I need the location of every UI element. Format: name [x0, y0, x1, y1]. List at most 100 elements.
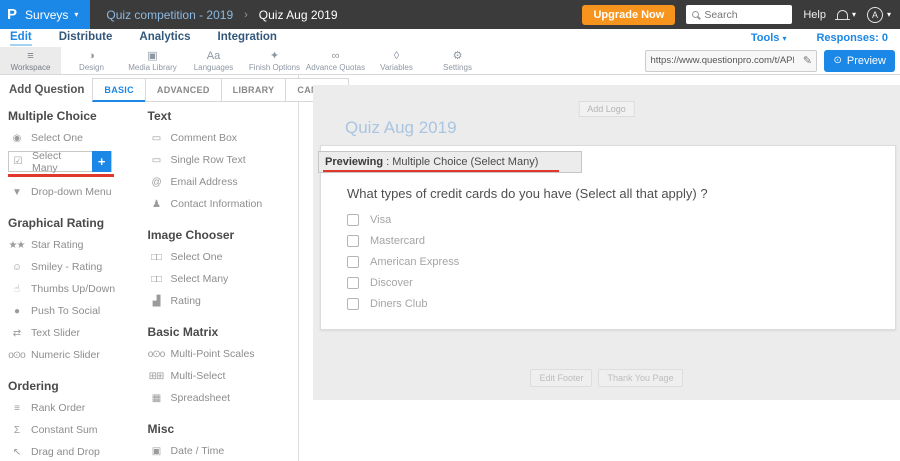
add-logo-button[interactable]: Add Logo — [578, 101, 635, 117]
question-type-drop-down-menu[interactable]: ▼Drop-down Menu — [8, 181, 140, 203]
question-type-numeric-slider[interactable]: o⊙oNumeric Slider — [8, 344, 140, 366]
question-type-rank-order[interactable]: ≡Rank Order — [8, 397, 140, 419]
search-icon — [692, 11, 699, 18]
preview-button[interactable]: ⊙ Preview — [824, 50, 895, 72]
question-type-text-slider[interactable]: ⇄Text Slider — [8, 322, 140, 344]
checkbox-visa[interactable] — [347, 214, 359, 226]
question-type-spreadsheet[interactable]: ▦Spreadsheet — [148, 387, 298, 409]
search-box[interactable] — [686, 5, 792, 24]
question-type-select-one[interactable]: □□Select One — [148, 246, 298, 268]
surveys-menu[interactable]: P Surveys ▾ — [0, 0, 90, 29]
push-to-social-icon: ● — [8, 306, 25, 317]
question-type-label: Drop-down Menu — [31, 186, 112, 198]
question-type-constant-sum[interactable]: ΣConstant Sum — [8, 419, 140, 441]
account-menu[interactable]: A ▾ — [867, 7, 891, 23]
tab-distribute[interactable]: Distribute — [59, 31, 113, 46]
checkbox-american-express[interactable] — [347, 256, 359, 268]
question-type-push-to-social[interactable]: ● Push To Social — [8, 300, 140, 322]
panel-tab-advanced[interactable]: ADVANCED — [145, 78, 222, 102]
toolbar-item-label: Variables — [380, 63, 413, 72]
section-header-image-chooser: Image Chooser — [148, 228, 298, 242]
question-type-label: Thumbs Up/Down — [31, 283, 115, 295]
toolbar-item-label: Design — [79, 63, 104, 72]
section-misc: Misc▣Date / Time⊠Captcha — [148, 422, 298, 461]
question-type-column-2: Text▭Comment Box▭Single Row Text@Email A… — [148, 109, 298, 461]
search-input[interactable] — [704, 9, 786, 21]
question-type-rating[interactable]: ▟Rating — [148, 290, 298, 312]
checkbox-diners-club[interactable] — [347, 298, 359, 310]
question-type-thumbs-up-down[interactable]: ☝Thumbs Up/Down — [8, 278, 140, 300]
languages-icon: Aa — [207, 50, 220, 62]
question-type-comment-box[interactable]: ▭Comment Box — [148, 127, 298, 149]
select-one-icon: ◉ — [8, 133, 25, 144]
toolbar-languages[interactable]: AaLanguages — [183, 47, 244, 74]
notifications-menu[interactable]: ▾ — [837, 10, 856, 19]
tools-menu[interactable]: Tools ▾ — [751, 32, 787, 44]
thank-you-page-button[interactable]: Thank You Page — [598, 369, 682, 387]
contact-information-icon: ♟ — [148, 199, 165, 210]
question-type-label: Date / Time — [171, 445, 225, 457]
add-select-many-button[interactable]: + — [92, 151, 111, 172]
question-type-date-time[interactable]: ▣Date / Time — [148, 440, 298, 461]
question-type-multi-select[interactable]: ⊞⊞Multi-Select — [148, 365, 298, 387]
tab-edit[interactable]: Edit — [10, 31, 32, 46]
question-type-select-one[interactable]: ◉ Select One — [8, 127, 140, 149]
question-type-label: Select One — [31, 132, 83, 144]
survey-url-box: ✎ — [645, 50, 817, 72]
chevron-down-icon: ▾ — [887, 11, 891, 19]
option-row-diners-club: Diners Club — [347, 298, 895, 310]
upgrade-now-button[interactable]: Upgrade Now — [582, 5, 675, 25]
breadcrumb-parent-link[interactable]: Quiz competition - 2019 — [106, 8, 233, 22]
select-many-icon: ☑ — [9, 156, 26, 167]
smiley-rating-icon: ☺ — [8, 262, 25, 273]
question-type-contact-information[interactable]: ♟Contact Information — [148, 193, 298, 215]
toolbar-workspace[interactable]: ≡Workspace — [0, 47, 61, 74]
panel-tab-basic[interactable]: BASIC — [92, 78, 146, 102]
question-type-columns: Multiple Choice◉Select One☑Select Many+▼… — [0, 102, 298, 461]
edit-footer-button[interactable]: Edit Footer — [530, 369, 592, 387]
question-type-label: Push To Social — [31, 305, 100, 317]
checkbox-discover[interactable] — [347, 277, 359, 289]
toolbar-variables[interactable]: ◊Variables — [366, 47, 427, 74]
toolbar-settings[interactable]: ⚙Settings — [427, 47, 488, 74]
responses-count[interactable]: Responses: 0 — [816, 32, 888, 44]
nav-tabs: Edit Distribute Analytics Integration — [0, 31, 277, 46]
toolbar-item-label: Advance Quotas — [306, 63, 365, 72]
toolbar-advance-quotas[interactable]: ∞Advance Quotas — [305, 47, 366, 74]
toolbar-design[interactable]: ◑Design — [61, 47, 122, 74]
question-type-drag-and-drop[interactable]: ↖Drag and Drop — [8, 441, 140, 461]
toolbar-finish-options[interactable]: ✦Finish Options — [244, 47, 305, 74]
question-type-select-many[interactable]: □□Select Many — [148, 268, 298, 290]
option-row-discover: Discover — [347, 277, 895, 289]
breadcrumb-current: Quiz Aug 2019 — [259, 8, 338, 22]
panel-header: Add Question BASICADVANCEDLIBRARYCANVAS … — [0, 78, 298, 102]
bell-icon — [837, 10, 848, 19]
question-type-label: Smiley - Rating — [31, 261, 102, 273]
previewing-banner: Previewing : Multiple Choice (Select Man… — [318, 151, 582, 173]
edit-url-icon[interactable]: ✎ — [798, 54, 816, 67]
tab-analytics[interactable]: Analytics — [139, 31, 190, 46]
question-type-email-address[interactable]: @Email Address — [148, 171, 298, 193]
star-rating-icon: ★★ — [8, 240, 25, 251]
question-type-label: Multi-Point Scales — [171, 348, 255, 360]
question-type-multi-point-scales[interactable]: o⊙oMulti-Point Scales — [148, 343, 298, 365]
help-link[interactable]: Help — [803, 9, 826, 21]
question-type-select-many-selected[interactable]: ☑Select Many+ — [8, 151, 112, 172]
section-image-chooser: Image Chooser □□Select One□□Select Many▟R… — [148, 228, 298, 312]
question-type-label: Select Many — [171, 273, 229, 285]
question-type-smiley-rating[interactable]: ☺ Smiley - Rating — [8, 256, 140, 278]
question-type-star-rating[interactable]: ★★Star Rating — [8, 234, 140, 256]
survey-url-input[interactable] — [646, 55, 798, 66]
checkbox-mastercard[interactable] — [347, 235, 359, 247]
panel-tab-library[interactable]: LIBRARY — [221, 78, 287, 102]
section-basic-matrix: Basic Matrixo⊙oMulti-Point Scales⊞⊞Multi… — [148, 325, 298, 409]
section-graphical-rating: Graphical Rating★★Star Rating☺Smiley - R… — [8, 216, 140, 366]
tab-integration[interactable]: Integration — [218, 31, 277, 46]
question-type-label: Numeric Slider — [31, 349, 100, 361]
spreadsheet-icon: ▦ — [148, 393, 165, 404]
advance-quotas-icon: ∞ — [332, 50, 340, 62]
question-type-single-row-text[interactable]: ▭Single Row Text — [148, 149, 298, 171]
toolbar-item-label: Finish Options — [249, 63, 300, 72]
toolbar-media-library[interactable]: ▣Media Library — [122, 47, 183, 74]
survey-title: Quiz Aug 2019 — [345, 118, 457, 138]
